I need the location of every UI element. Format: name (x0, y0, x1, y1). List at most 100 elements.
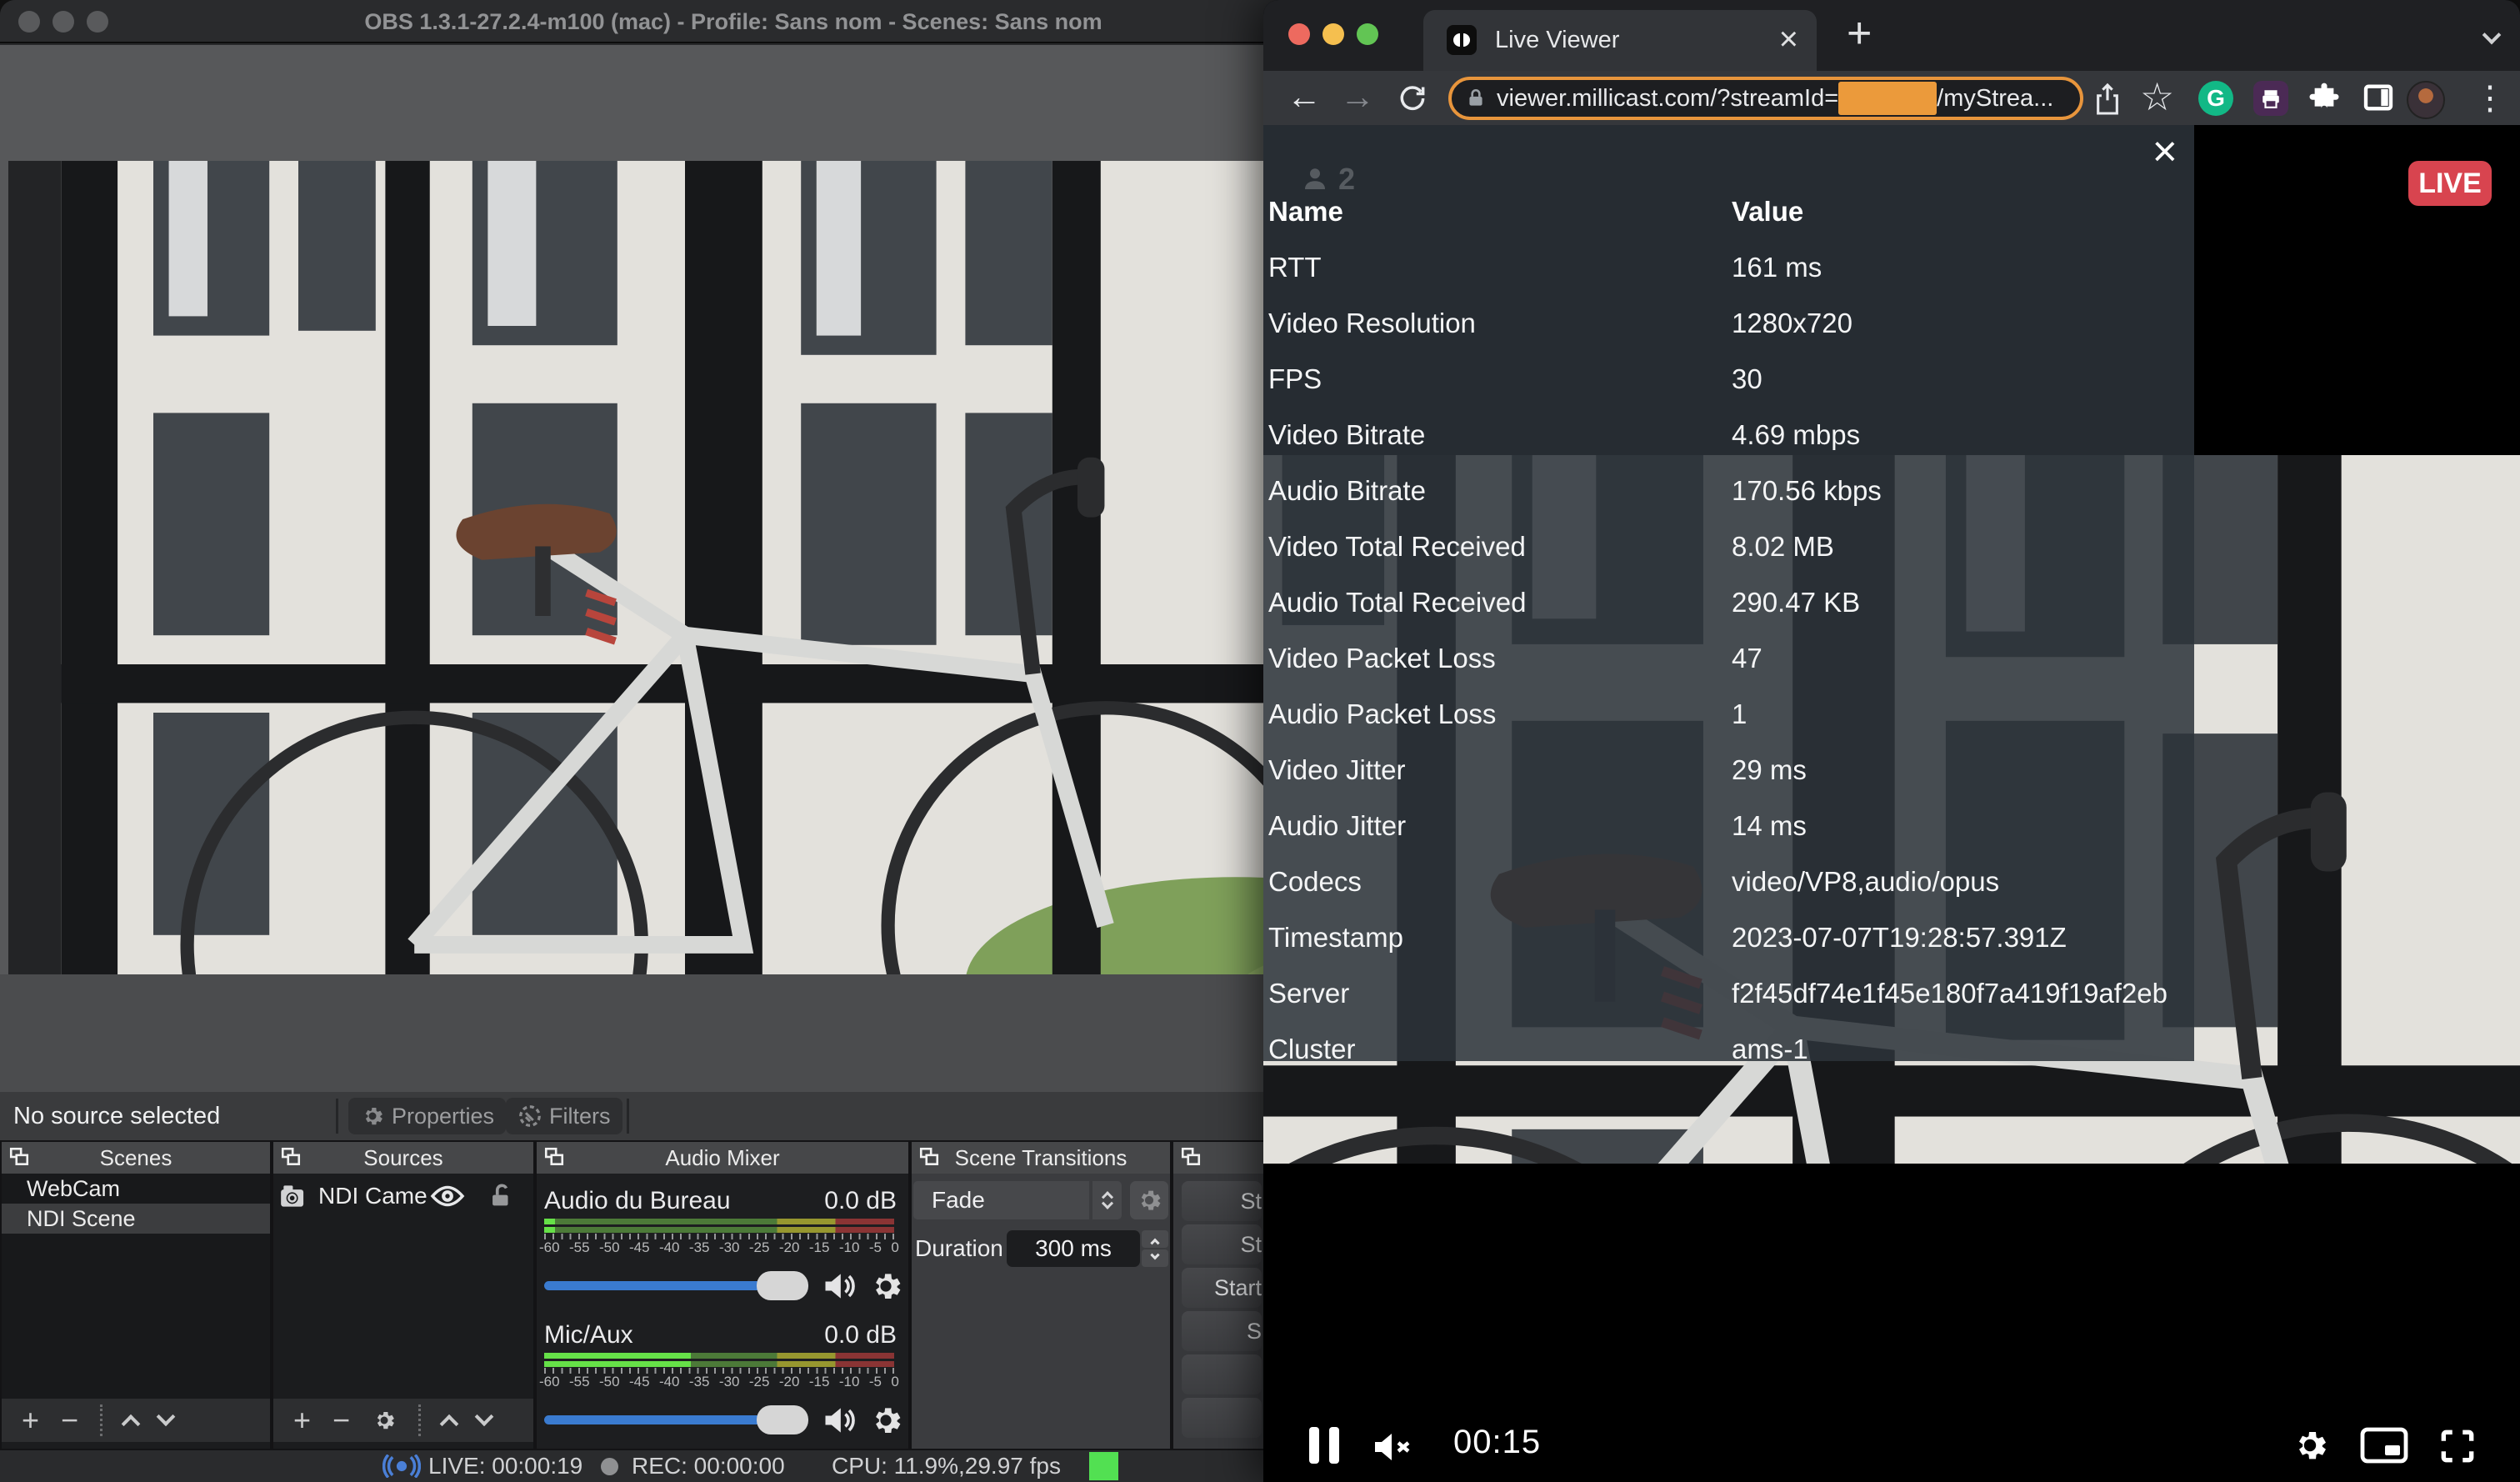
channel-name: Audio du Bureau (544, 1187, 731, 1215)
speaker-icon[interactable] (821, 1268, 858, 1304)
url-prefix: viewer.millicast.com/?streamId= (1497, 85, 1838, 113)
duration-input[interactable]: 300 ms (1007, 1230, 1140, 1267)
side-panel-icon[interactable] (2362, 81, 2395, 114)
control-button[interactable]: St (1182, 1181, 1262, 1221)
audio-mixer-header[interactable]: Audio Mixer (537, 1142, 908, 1174)
stats-row: Audio Total Received 290.47 KB (1268, 574, 2177, 630)
move-scene-down-button[interactable] (157, 1407, 176, 1426)
picture-in-picture-button[interactable] (2360, 1427, 2408, 1464)
stats-row: Audio Bitrate 170.56 kbps (1268, 463, 2177, 518)
new-tab-button[interactable]: + (1847, 0, 1872, 71)
obs-window-title: OBS 1.3.1-27.2.4-m100 (mac) - Profile: S… (0, 0, 1467, 43)
remove-scene-button[interactable]: − (61, 1403, 78, 1438)
source-row[interactable]: NDI Came (273, 1175, 533, 1217)
obs-status-bar: LIVE: 00:00:19 REC: 00:00:00 CPU: 11.9%,… (0, 1450, 1467, 1482)
scene-list: WebCam NDI Scene (2, 1174, 270, 1399)
grammarly-extension-icon[interactable]: G (2198, 81, 2233, 116)
obs-preview-area (0, 45, 1467, 1092)
add-scene-button[interactable]: + (22, 1403, 39, 1438)
reload-button[interactable] (1397, 83, 1428, 114)
scene-transitions-dock: Scene Transitions Fade Duration 300 ms (912, 1142, 1170, 1449)
printer-glyph (2260, 88, 2282, 109)
sources-dock-header[interactable]: Sources (273, 1142, 533, 1174)
tab-live-viewer[interactable]: Live Viewer × (1423, 10, 1817, 71)
muted-speaker-button[interactable] (1370, 1427, 1417, 1467)
profile-avatar[interactable] (2407, 81, 2445, 119)
stats-row: Video Jitter 29 ms (1268, 742, 2177, 798)
control-button[interactable]: Start (1182, 1268, 1262, 1308)
minimize-window-icon (1322, 23, 1344, 45)
tab-title: Live Viewer (1495, 10, 1619, 71)
back-button[interactable]: ← (1287, 71, 1322, 125)
audio-mixer-dock: Audio Mixer Audio du Bureau 0.0 dB -60-5… (537, 1142, 908, 1449)
browser-menu-icon[interactable]: ⋮ (2473, 81, 2507, 116)
lock-icon[interactable] (1465, 86, 1487, 111)
duration-label: Duration (915, 1230, 1003, 1267)
eye-visibility-icon[interactable] (430, 1182, 465, 1210)
address-bar[interactable]: viewer.millicast.com/?streamId= /myStrea… (1448, 77, 2083, 120)
properties-button[interactable]: Properties (348, 1098, 506, 1134)
add-source-button[interactable]: + (293, 1403, 311, 1438)
extensions-puzzle-icon[interactable] (2307, 81, 2342, 116)
player-controls: 00:15 (1263, 1409, 2520, 1482)
obs-titlebar: OBS 1.3.1-27.2.4-m100 (mac) - Profile: S… (0, 0, 1467, 43)
volume-slider-handle[interactable] (757, 1405, 808, 1434)
tab-search-chevron-icon[interactable] (2482, 26, 2502, 45)
unlock-icon[interactable] (487, 1182, 515, 1210)
stats-rows: RTT 161 ms Video Resolution 1280x720 FPS (1268, 239, 2177, 1061)
stats-row: Cluster ams-1 (1268, 1021, 2177, 1061)
player-settings-gear-icon[interactable] (2290, 1425, 2330, 1465)
move-source-up-button[interactable] (440, 1414, 459, 1434)
meter-scale: -60-55-50-45-40-35-30-25-20-15-10-50 (539, 1239, 899, 1258)
popout-icon (543, 1146, 565, 1168)
close-stats-button[interactable]: × (2152, 127, 2178, 177)
no-source-label: No source selected (13, 1092, 220, 1140)
scenes-dock-header[interactable]: Scenes (2, 1142, 270, 1174)
forward-button[interactable]: → (1340, 71, 1375, 125)
url-suffix: /myStrea... (1937, 85, 2053, 113)
share-icon[interactable] (2093, 83, 2122, 116)
filters-button[interactable]: Filters (506, 1098, 622, 1134)
spin-down-button[interactable] (1142, 1249, 1168, 1267)
popout-icon (918, 1146, 940, 1168)
control-button[interactable] (1182, 1398, 1262, 1438)
control-button[interactable] (1182, 1354, 1262, 1394)
stats-row: Video Bitrate 4.69 mbps (1268, 407, 2177, 463)
bookmark-star-icon[interactable]: ☆ (2140, 71, 2174, 125)
channel-gear-icon[interactable] (868, 1402, 904, 1439)
control-button[interactable]: St (1182, 1224, 1262, 1264)
transition-gear-button[interactable] (1130, 1181, 1168, 1219)
sources-toolbar: + − (273, 1399, 533, 1442)
source-properties-gear-icon[interactable] (372, 1408, 397, 1433)
chrome-window-controls[interactable] (1288, 23, 1378, 45)
chrome-toolbar: ← → viewer.millicast.com/?streamId= /myS… (1263, 71, 2520, 125)
tab-close-button[interactable]: × (1779, 10, 1798, 71)
spin-up-button[interactable] (1142, 1230, 1168, 1248)
obs-source-context-bar: No source selected Properties Filters (0, 1092, 1467, 1140)
stats-row: Video Resolution 1280x720 (1268, 295, 2177, 351)
rec-timecode: REC: 00:00:00 (632, 1450, 785, 1482)
transitions-dock-header[interactable]: Scene Transitions (912, 1142, 1170, 1174)
move-scene-up-button[interactable] (122, 1414, 141, 1434)
popout-icon (1180, 1146, 1202, 1168)
stream-id-redaction (1838, 82, 1937, 115)
move-source-down-button[interactable] (475, 1407, 494, 1426)
volume-slider-handle[interactable] (757, 1271, 808, 1300)
speaker-icon[interactable] (821, 1402, 858, 1439)
transition-select[interactable]: Fade (913, 1181, 1089, 1219)
purple-extension-icon[interactable] (2253, 81, 2288, 116)
stats-row: Server f2f45df74e1f45e180f7a419f19af2eb (1268, 965, 2177, 1021)
transition-select-stepper[interactable] (1091, 1181, 1122, 1219)
cpu-fps-stats: CPU: 11.9%,29.97 fps (832, 1450, 1061, 1482)
viewer-page: × 2 Name Value (1263, 125, 2520, 1482)
duration-spinner[interactable] (1142, 1230, 1168, 1267)
control-button[interactable]: S (1182, 1311, 1262, 1351)
obs-window: OBS 1.3.1-27.2.4-m100 (mac) - Profile: S… (0, 0, 1467, 1482)
divider (418, 1404, 421, 1436)
remove-source-button[interactable]: − (332, 1403, 350, 1438)
channel-gear-icon[interactable] (868, 1268, 904, 1304)
pause-button[interactable] (1309, 1427, 1339, 1464)
scene-list-item[interactable]: NDI Scene (2, 1204, 270, 1234)
fullscreen-button[interactable] (2437, 1425, 2478, 1467)
scene-list-item[interactable]: WebCam (2, 1174, 270, 1204)
